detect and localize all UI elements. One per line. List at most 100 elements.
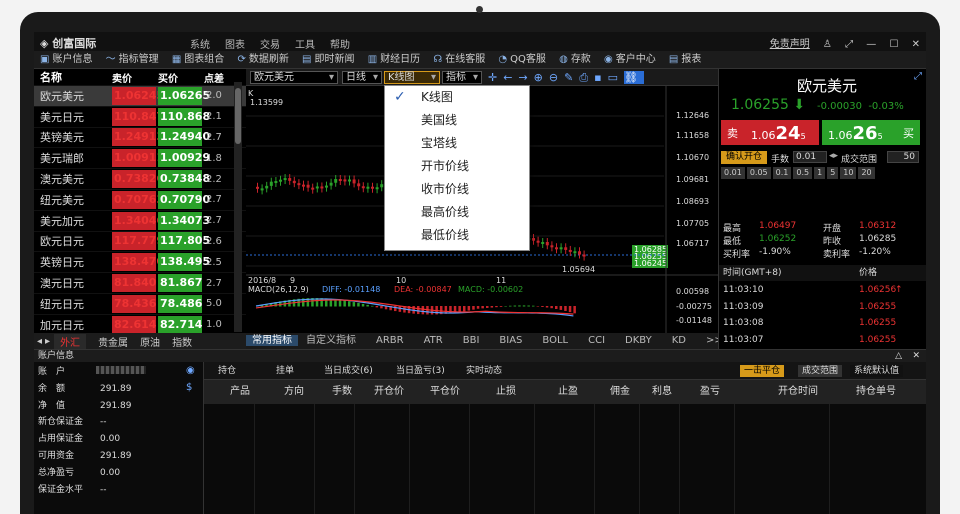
buy-price[interactable]: 1.00929 — [158, 149, 210, 168]
sell-button[interactable]: 卖 1.06245 — [721, 120, 819, 145]
range-button[interactable]: 成交范围 — [798, 365, 843, 377]
tab-index[interactable]: 指数 — [172, 334, 192, 349]
buy-price[interactable]: 117.805 — [158, 232, 210, 251]
position-tab[interactable]: 持仓 — [218, 362, 236, 380]
buy-price[interactable]: 78.486 — [158, 294, 202, 313]
buy-price[interactable]: 0.70790 — [158, 190, 210, 209]
chart-type-option[interactable]: ✓ K线图 — [385, 86, 529, 109]
confirm-open-button[interactable]: 确认开仓 — [721, 151, 767, 164]
user-icon[interactable]: ♙ — [823, 39, 832, 50]
indicator-tab[interactable]: 自定义指标 — [306, 335, 356, 346]
period-select[interactable]: 日线 ▾ — [342, 71, 382, 84]
news-button[interactable]: ▤ 即时新闻 — [302, 51, 354, 68]
position-column-header[interactable]: 佣金 — [610, 380, 630, 404]
indicator-tab[interactable]: BBI — [463, 335, 480, 346]
quote-row[interactable]: 英镑日元 138.470 138.495 2.5 — [34, 251, 246, 272]
deposit-button[interactable]: ◍ 存款 — [559, 51, 591, 68]
quick-lot-button[interactable]: 0.1 — [772, 167, 792, 179]
sell-price[interactable]: 81.840 — [112, 274, 156, 293]
account-info-button[interactable]: ▣ 账户信息 — [40, 51, 92, 68]
quote-row[interactable]: 欧元美元 1.06245 1.06265 2.0 — [34, 85, 246, 106]
close-icon[interactable]: ✕ — [912, 39, 920, 50]
position-column-header[interactable]: 开仓价 — [374, 380, 404, 404]
system-default-button[interactable]: 系统默认值 — [850, 365, 904, 377]
chart-combo-button[interactable]: ▦ 图表组合 — [172, 51, 224, 68]
quick-lot-button[interactable]: 0.01 — [721, 167, 745, 179]
quote-row[interactable]: 澳元日元 81.840 81.867 2.7 — [34, 272, 246, 293]
buy-price[interactable]: 81.867 — [158, 274, 202, 293]
position-column-header[interactable]: 产品 — [230, 380, 250, 404]
indicator-tab[interactable]: CCI — [588, 335, 605, 346]
position-column-header[interactable]: 利息 — [652, 380, 672, 404]
indicator-manage-button[interactable]: 〜指标管理 — [106, 51, 159, 68]
quick-lot-button[interactable]: 5 — [827, 167, 839, 179]
quick-lot-button[interactable]: 0.5 — [793, 167, 813, 179]
client-center-button[interactable]: ◉ 客户中心 — [604, 51, 656, 68]
col-name[interactable]: 名称 — [34, 69, 112, 85]
link-icon[interactable]: ⛓ — [624, 71, 644, 84]
qq-service-button[interactable]: ◔ QQ客服 — [498, 51, 545, 68]
tab-forex[interactable]: 外汇 — [54, 333, 87, 349]
quote-row[interactable]: 英镑美元 1.24913 1.24940 2.7 — [34, 126, 246, 148]
col-sell[interactable]: 卖价 — [112, 70, 158, 85]
chart-type-select[interactable]: K线图 ▾ — [384, 71, 440, 84]
indicator-tab[interactable]: 常用指标 — [246, 335, 298, 346]
menu-system[interactable]: 系统 — [190, 40, 210, 51]
print-icon[interactable]: ⎙ — [579, 71, 594, 84]
save-icon[interactable]: ▪ — [594, 71, 607, 84]
tab-metals[interactable]: 贵金属 — [98, 334, 128, 349]
stepper-icon[interactable]: ◂▸ — [829, 151, 838, 161]
sell-price[interactable]: 82.614 — [112, 315, 156, 334]
quick-lot-button[interactable]: 10 — [840, 167, 857, 179]
sell-price[interactable]: 1.00911 — [112, 149, 164, 168]
indicator-tab[interactable]: KD — [672, 335, 686, 346]
quote-row[interactable]: 澳元美元 0.73826 0.73848 2.2 — [34, 168, 246, 189]
crosshair-icon[interactable]: ✛ — [488, 71, 503, 84]
position-column-header[interactable]: 手数 — [332, 380, 352, 404]
buy-button[interactable]: 1.06265 买 — [822, 120, 920, 145]
quote-row[interactable]: 纽元日元 78.436 78.486 5.0 — [34, 292, 246, 314]
menu-chart[interactable]: 图表 — [225, 40, 245, 51]
quick-lot-button[interactable]: 1 — [814, 167, 826, 179]
menu-help[interactable]: 帮助 — [330, 40, 350, 51]
sell-price[interactable]: 138.470 — [112, 253, 164, 272]
scroll-right-icon[interactable]: ▸ — [45, 336, 50, 347]
chart-type-option[interactable]: 收市价线 — [385, 178, 529, 201]
position-column-header[interactable]: 开仓时间 — [778, 380, 818, 404]
expand-icon[interactable]: ⤢ — [845, 39, 853, 50]
position-column-header[interactable]: 止损 — [496, 380, 516, 404]
buy-price[interactable]: 82.714 — [158, 315, 202, 334]
sell-price[interactable]: 1.34046 — [112, 211, 164, 230]
buy-price[interactable]: 1.06265 — [158, 86, 210, 105]
position-column-header[interactable]: 持仓单号 — [856, 380, 896, 404]
quote-row[interactable]: 欧元日元 117.779 117.805 2.6 — [34, 230, 246, 252]
report-button[interactable]: ▤ 报表 — [669, 51, 701, 68]
online-service-button[interactable]: ☊ 在线客服 — [433, 51, 485, 68]
indicator-tab[interactable]: BOLL — [542, 335, 568, 346]
sell-price[interactable]: 78.436 — [112, 294, 156, 313]
chart-type-option[interactable]: 最低价线 — [385, 224, 529, 247]
indicator-tab[interactable]: ARBR — [376, 335, 404, 346]
position-tab[interactable]: 实时动态 — [466, 362, 502, 380]
position-column-header[interactable]: 方向 — [284, 380, 304, 404]
chart-type-option[interactable]: 开市价线 — [385, 155, 529, 178]
range-input[interactable]: 50 — [887, 151, 919, 163]
quote-scroll-thumb[interactable] — [235, 88, 241, 144]
arrow-right-icon[interactable]: → — [518, 71, 533, 84]
sell-price[interactable]: 1.24913 — [112, 128, 164, 147]
zoom-in-icon[interactable]: ⊕ — [534, 71, 549, 84]
sell-price[interactable]: 0.70763 — [112, 190, 164, 209]
quote-row[interactable]: 美元瑞郎 1.00911 1.00929 1.8 — [34, 147, 246, 168]
quote-row[interactable]: 美元加元 1.34046 1.34073 2.7 — [34, 209, 246, 231]
col-buy[interactable]: 买价 — [158, 70, 204, 85]
symbol-select[interactable]: 欧元美元 ▾ — [250, 71, 338, 84]
position-column-header[interactable]: 止盈 — [558, 380, 578, 404]
position-column-header[interactable]: 盈亏 — [700, 380, 720, 404]
rect-icon[interactable]: ▭ — [608, 71, 624, 84]
quote-row[interactable]: 美元日元 110.847 110.868 2.1 — [34, 105, 246, 127]
buy-price[interactable]: 1.24940 — [158, 128, 210, 147]
tab-oil[interactable]: 原油 — [140, 334, 160, 349]
maximize-icon[interactable]: ☐ — [889, 39, 898, 50]
buy-price[interactable]: 110.868 — [158, 107, 210, 126]
arrow-left-icon[interactable]: ← — [503, 71, 518, 84]
